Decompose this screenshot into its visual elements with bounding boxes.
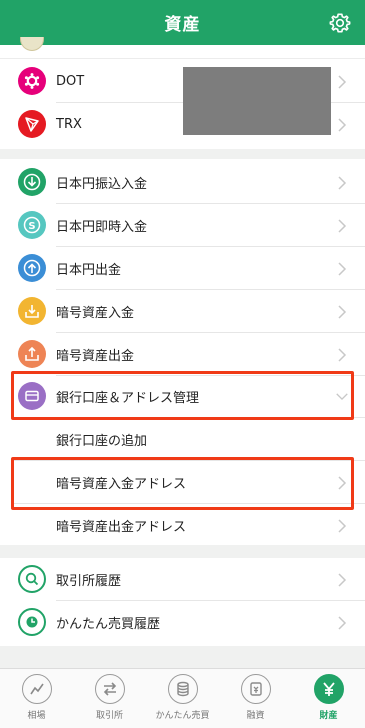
tab-exchange[interactable]: 取引所 <box>73 669 146 728</box>
yen-icon <box>313 674 344 704</box>
clock-icon <box>18 608 46 636</box>
crypto-deposit-icon <box>18 297 46 325</box>
menu-item-jpy-instant-deposit[interactable]: S 日本円即時入金 <box>0 204 365 247</box>
submenu-item-label: 暗号資産出金アドレス <box>56 520 187 535</box>
download-icon <box>18 168 46 196</box>
crypto-name: DOT <box>56 74 85 89</box>
menu-item-label: 暗号資産出金 <box>56 349 135 364</box>
tab-assets[interactable]: 財産 <box>292 669 365 728</box>
upload-icon <box>18 254 46 282</box>
menu-item-label: 暗号資産入金 <box>56 306 135 321</box>
chevron-right-icon <box>338 176 347 190</box>
lending-icon <box>240 674 271 704</box>
polkadot-icon <box>18 67 46 95</box>
history-item-easy-trade[interactable]: かんたん売買履歴 <box>0 601 365 644</box>
history-item-label: かんたん売買履歴 <box>56 617 161 632</box>
chevron-right-icon <box>338 519 347 533</box>
page-title: 資産 <box>164 15 201 35</box>
search-icon <box>18 565 46 593</box>
tab-easy-trade[interactable]: かんたん売買 <box>146 669 219 728</box>
bottom-tab-bar: 相場 取引所 かんたん売買 融資 財産 <box>0 668 365 728</box>
tab-label: 取引所 <box>95 711 123 721</box>
highlight-box-crypto-deposit-address <box>11 457 354 510</box>
menu-item-label: 日本円即時入金 <box>56 220 148 235</box>
crypto-name: TRX <box>56 117 82 132</box>
coin-stack-icon <box>167 674 198 704</box>
tab-label: 相場 <box>27 711 46 721</box>
chevron-right-icon <box>338 75 347 89</box>
header-bar: 資産 <box>0 0 365 45</box>
history-item-exchange[interactable]: 取引所履歴 <box>0 558 365 601</box>
menu-item-label: 日本円振込入金 <box>56 177 148 192</box>
chevron-right-icon <box>338 305 347 319</box>
chevron-right-icon <box>338 118 347 132</box>
chevron-right-icon <box>338 219 347 233</box>
highlight-box-bank-address-management <box>11 371 354 420</box>
chevron-right-icon <box>338 616 347 630</box>
chart-line-icon <box>21 674 52 704</box>
submenu-item-crypto-withdraw-address[interactable]: 暗号資産出金アドレス <box>0 504 365 547</box>
menu-item-label: 日本円出金 <box>56 263 122 278</box>
submenu-item-add-bank-account[interactable]: 銀行口座の追加 <box>0 418 365 461</box>
crypto-list-card: DOT TRX <box>0 37 365 149</box>
tab-label: かんたん売買 <box>155 711 210 721</box>
chevron-right-icon <box>338 348 347 362</box>
tab-market[interactable]: 相場 <box>0 669 73 728</box>
partial-coin-icon <box>20 37 44 51</box>
menu-item-crypto-deposit[interactable]: 暗号資産入金 <box>0 290 365 333</box>
tab-label: 融資 <box>246 711 265 721</box>
submenu-item-label: 銀行口座の追加 <box>56 434 148 449</box>
crypto-withdraw-icon <box>18 340 46 368</box>
gear-icon[interactable] <box>329 12 351 34</box>
tab-lending[interactable]: 融資 <box>219 669 292 728</box>
tron-icon <box>18 110 46 138</box>
chevron-right-icon <box>338 573 347 587</box>
chevron-right-icon <box>338 262 347 276</box>
redacted-balance-block <box>183 67 331 135</box>
history-card: 取引所履歴 かんたん売買履歴 <box>0 558 365 646</box>
tab-label: 財産 <box>319 711 338 721</box>
menu-item-crypto-withdraw[interactable]: 暗号資産出金 <box>0 333 365 376</box>
svg-text:S: S <box>28 221 35 232</box>
history-item-label: 取引所履歴 <box>56 574 122 589</box>
menu-item-jpy-withdraw[interactable]: 日本円出金 <box>0 247 365 290</box>
menu-item-jpy-bank-deposit[interactable]: 日本円振込入金 <box>0 161 365 204</box>
exchange-arrows-icon <box>94 674 125 704</box>
yen-coin-icon: S <box>18 211 46 239</box>
